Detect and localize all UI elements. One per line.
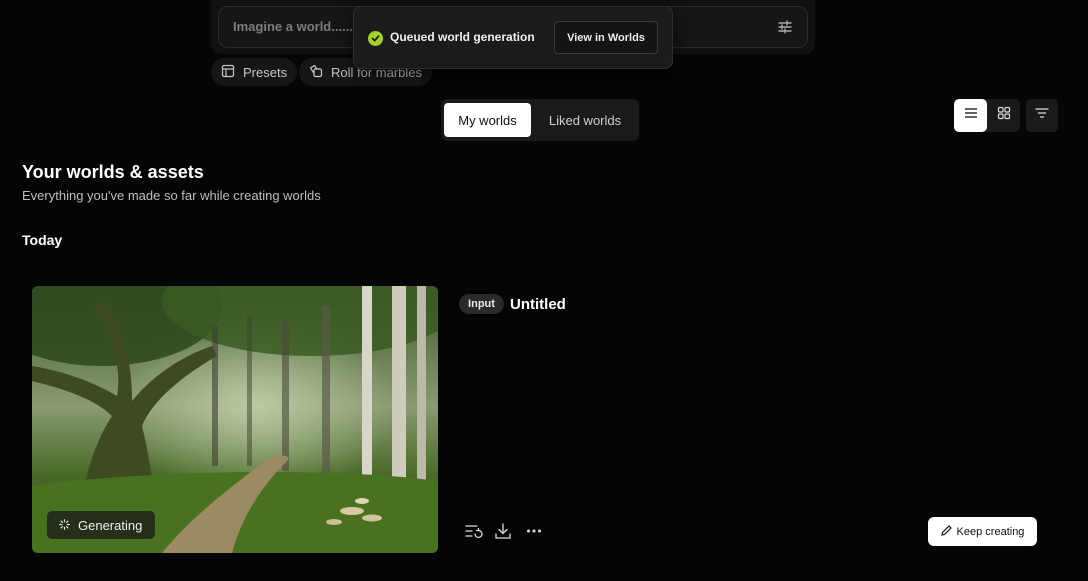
status-label: Generating xyxy=(78,517,143,533)
restore-icon[interactable] xyxy=(465,522,483,540)
toast-message: Queued world generation xyxy=(390,30,535,44)
input-badge: Input xyxy=(459,294,504,314)
pencil-icon xyxy=(940,524,952,539)
keep-creating-button[interactable]: Keep creating xyxy=(928,517,1037,546)
grid-view-icon xyxy=(997,106,1011,125)
toast-notification: Queued world generation View in Worlds xyxy=(353,6,673,69)
worlds-tabs: My worlds Liked worlds xyxy=(441,99,639,141)
keep-creating-label: Keep creating xyxy=(956,525,1025,538)
status-badge: Generating xyxy=(47,511,155,539)
sliders-icon[interactable] xyxy=(776,18,794,36)
spinner-icon xyxy=(59,518,70,533)
tab-liked-worlds[interactable]: Liked worlds xyxy=(535,103,635,137)
presets-label: Presets xyxy=(243,64,288,80)
filter-icon xyxy=(1035,106,1049,125)
tab-my-worlds[interactable]: My worlds xyxy=(444,103,531,137)
grid-view-button[interactable] xyxy=(987,99,1020,132)
more-icon[interactable] xyxy=(525,522,543,540)
filter-button[interactable] xyxy=(1026,99,1058,132)
list-view-icon xyxy=(964,106,978,125)
group-label: Today xyxy=(22,232,63,248)
section-subtitle: Everything you've made so far while crea… xyxy=(22,188,321,203)
list-view-button[interactable] xyxy=(954,99,987,132)
dice-icon xyxy=(309,64,323,81)
prompt-placeholder: Imagine a world...... xyxy=(233,19,353,34)
card-title: Untitled xyxy=(510,296,566,313)
view-toggle xyxy=(954,99,1020,132)
presets-chip[interactable]: Presets xyxy=(211,58,298,86)
download-icon[interactable] xyxy=(494,522,512,540)
section-title: Your worlds & assets xyxy=(22,162,204,182)
presets-icon xyxy=(221,64,235,81)
view-in-worlds-button[interactable]: View in Worlds xyxy=(554,21,658,54)
check-icon xyxy=(368,31,383,46)
